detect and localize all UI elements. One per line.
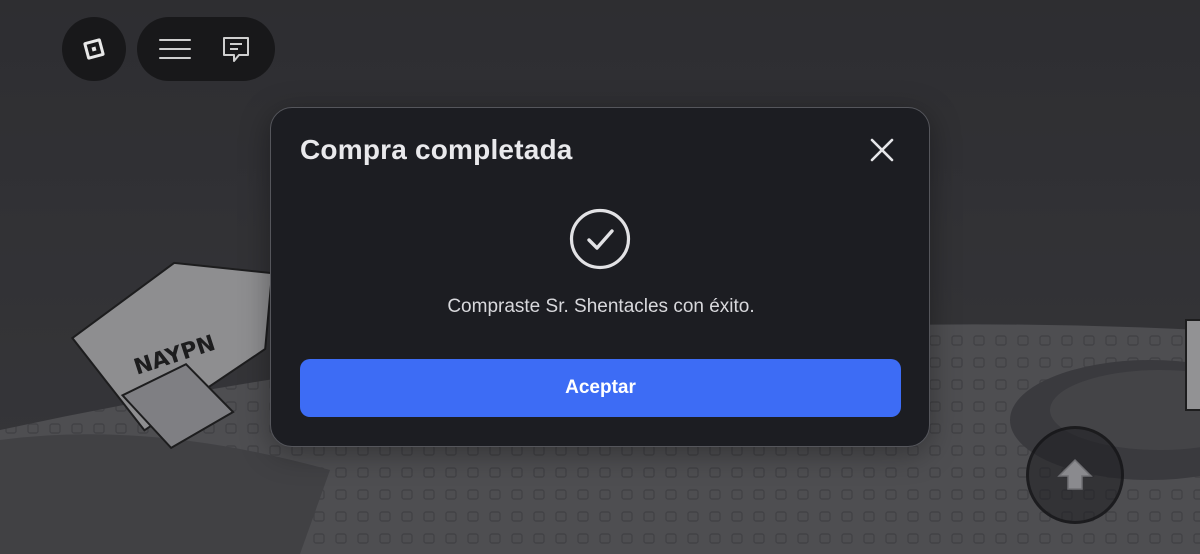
hamburger-menu-icon[interactable] <box>159 39 191 59</box>
accept-button[interactable]: Aceptar <box>300 359 901 417</box>
jump-arrow-icon <box>1057 458 1093 490</box>
top-bar-controls <box>137 17 275 81</box>
close-icon[interactable] <box>867 135 897 165</box>
checkmark-circle-icon <box>569 208 631 270</box>
roblox-menu-button[interactable] <box>62 17 126 81</box>
roblox-logo-icon <box>82 37 106 61</box>
jump-button[interactable] <box>1026 426 1124 524</box>
dialog-title: Compra completada <box>300 134 573 165</box>
purchase-completed-dialog: Compra completada Compraste Sr. Shentacl… <box>270 107 930 447</box>
purchase-message: Compraste Sr. Shentacles con éxito. <box>447 296 755 317</box>
chat-icon[interactable] <box>219 32 253 66</box>
